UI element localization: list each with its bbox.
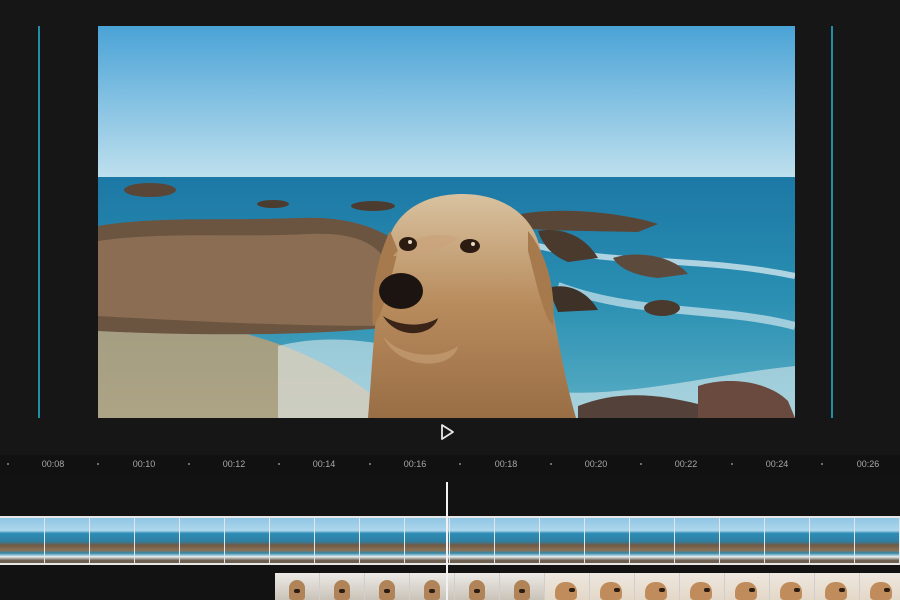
- left-safe-area-guide: [38, 26, 40, 418]
- clip-thumbnail: [225, 518, 270, 563]
- ruler-label: 00:12: [222, 459, 246, 469]
- clip-thumbnail: [405, 518, 450, 563]
- ruler-dot: [369, 463, 371, 465]
- ruler-label: 00:24: [765, 459, 789, 469]
- ruler-label: 00:16: [403, 459, 427, 469]
- main-video-clip[interactable]: [0, 516, 900, 565]
- clip-thumbnail: [0, 518, 45, 563]
- clip-thumbnail: [315, 518, 360, 563]
- ruler-dot: [278, 463, 280, 465]
- ruler-label: 00:10: [132, 459, 156, 469]
- ruler-label: 00:14: [312, 459, 336, 469]
- overlay-thumbnail: [725, 573, 770, 600]
- overlay-thumbnail: [860, 573, 900, 600]
- ruler-dot: [550, 463, 552, 465]
- clip-thumbnail: [495, 518, 540, 563]
- clip-thumbnail: [720, 518, 765, 563]
- ruler-label: 00:08: [41, 459, 65, 469]
- preview-area: [0, 0, 900, 455]
- clip-thumbnail: [450, 518, 495, 563]
- overlay-thumbnail: [770, 573, 815, 600]
- clip-thumbnail: [630, 518, 675, 563]
- overlay-thumbnail: [815, 573, 860, 600]
- clip-thumbnail: [675, 518, 720, 563]
- clip-thumbnail: [765, 518, 810, 563]
- overlay-thumbnail: [410, 573, 455, 600]
- ruler-dot: [97, 463, 99, 465]
- play-icon: [441, 424, 454, 440]
- clip-thumbnail: [135, 518, 180, 563]
- overlay-thumbnail: [635, 573, 680, 600]
- right-safe-area-guide: [831, 26, 833, 418]
- timeline-tracks: [0, 475, 900, 600]
- ruler-dot: [731, 463, 733, 465]
- clip-thumbnail: [540, 518, 585, 563]
- overlay-thumbnail: [320, 573, 365, 600]
- overlay-thumbnail: [680, 573, 725, 600]
- overlay-thumbnail: [455, 573, 500, 600]
- preview-image: [98, 26, 795, 418]
- ruler-label: 00:18: [494, 459, 518, 469]
- ruler-label: 00:22: [674, 459, 698, 469]
- ruler-dot: [459, 463, 461, 465]
- timeline-ruler[interactable]: 00:08 00:10 00:12 00:14 00:16 00:18 00:2…: [0, 455, 900, 475]
- video-preview[interactable]: [98, 26, 795, 418]
- overlay-thumbnail: [500, 573, 545, 600]
- clip-thumbnail: [855, 518, 900, 563]
- clip-thumbnail: [360, 518, 405, 563]
- clip-thumbnail: [90, 518, 135, 563]
- overlay-thumbnail: [365, 573, 410, 600]
- clip-thumbnail: [585, 518, 630, 563]
- ruler-dot: [188, 463, 190, 465]
- playhead[interactable]: [446, 482, 448, 600]
- ruler-label: 00:20: [584, 459, 608, 469]
- clip-thumbnail: [810, 518, 855, 563]
- ruler-label: 00:26: [856, 459, 880, 469]
- ruler-dot: [7, 463, 9, 465]
- overlay-thumbnail: [545, 573, 590, 600]
- overlay-thumbnail: [275, 573, 320, 600]
- clip-thumbnail: [180, 518, 225, 563]
- overlay-thumbnail: [590, 573, 635, 600]
- clip-thumbnail: [270, 518, 315, 563]
- ruler-dot: [821, 463, 823, 465]
- overlay-video-clip[interactable]: [275, 573, 900, 600]
- play-button[interactable]: [436, 421, 458, 443]
- ruler-dot: [640, 463, 642, 465]
- clip-thumbnail: [45, 518, 90, 563]
